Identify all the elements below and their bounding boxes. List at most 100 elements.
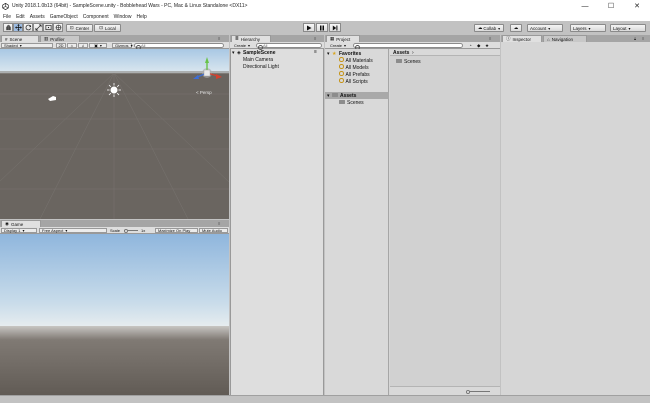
game-canvas xyxy=(0,234,229,395)
tab-scene[interactable]: # Scene xyxy=(1,35,39,42)
hand-icon xyxy=(5,24,11,31)
menu-bar: File Edit Assets GameObject Component Wi… xyxy=(0,12,650,21)
favorite-item[interactable]: All Prefabs xyxy=(325,71,389,78)
gizmos-dropdown[interactable]: Gizmos xyxy=(112,43,132,48)
mute-audio-toggle[interactable]: Mute Audio xyxy=(199,228,228,233)
scene-panel-menu-icon[interactable]: ≡ xyxy=(218,36,220,41)
effects-dropdown[interactable]: ▣ xyxy=(89,43,107,48)
tab-inspector[interactable]: ⓘ Inspector xyxy=(502,35,542,42)
menu-edit[interactable]: Edit xyxy=(16,14,25,20)
game-viewport[interactable] xyxy=(0,234,229,395)
favorites-expand-icon[interactable]: ▾ xyxy=(327,51,330,57)
menu-file[interactable]: File xyxy=(3,14,11,20)
folder-icon xyxy=(339,99,345,104)
window-title: Unity 2018.1.0b13 (64bit) - SampleScene.… xyxy=(12,3,248,9)
menu-assets[interactable]: Assets xyxy=(30,14,45,20)
inspector-panel-menu-icon[interactable]: ≡ xyxy=(642,36,644,41)
move-icon xyxy=(14,24,22,31)
breadcrumb-assets[interactable]: Assets xyxy=(393,50,409,56)
tab-hierarchy[interactable]: ≣ Hierarchy xyxy=(231,35,271,42)
close-button[interactable]: ✕ xyxy=(626,0,648,12)
shading-mode-dropdown[interactable]: Shaded xyxy=(1,43,53,48)
2d-toggle[interactable]: 2D xyxy=(56,43,66,48)
tab-profiler[interactable]: ▥ Profiler xyxy=(40,35,80,42)
scene-tab-icon: # xyxy=(5,36,8,42)
main-toolbar: ⊡Center ⊡Local ☁Collab ☁ Account Layers … xyxy=(0,21,650,34)
cloud-services-button[interactable]: ☁ xyxy=(510,24,522,32)
search-favorite-icon xyxy=(339,78,344,83)
icon-size-slider-thumb[interactable] xyxy=(466,389,470,394)
favorites-row[interactable]: ▾ ★ Favorites xyxy=(325,50,389,57)
assets-tree-row[interactable]: ▾ Assets xyxy=(325,92,389,99)
scene-search-input[interactable]: All xyxy=(134,43,224,50)
title-bar: Unity 2018.1.0b13 (64bit) - SampleScene.… xyxy=(0,0,650,12)
pause-button[interactable] xyxy=(316,23,328,32)
menu-gameobject[interactable]: GameObject xyxy=(50,14,78,20)
audio-toggle[interactable]: ♫ xyxy=(78,43,88,48)
pivot-local-toggle[interactable]: ⊡ Local xyxy=(94,24,121,32)
search-by-label-icon[interactable]: ◆ xyxy=(477,43,480,49)
pivot-center-toggle[interactable]: ⊡ Center xyxy=(66,24,93,32)
project-create-dropdown[interactable]: Create xyxy=(328,43,351,48)
icon-size-slider[interactable] xyxy=(468,391,490,392)
search-favorite-icon xyxy=(339,57,344,62)
tree-folder-item[interactable]: Scenes xyxy=(325,99,389,106)
scale-label: Scale xyxy=(110,227,121,233)
project-panel-menu-icon[interactable]: ≡ xyxy=(489,36,491,41)
account-dropdown[interactable]: Account xyxy=(527,24,563,32)
project-search-input[interactable] xyxy=(353,43,463,50)
inspector-lock-icon[interactable]: 🔒︎ xyxy=(634,36,636,41)
rotate-icon xyxy=(25,24,31,31)
menu-window[interactable]: Window xyxy=(114,14,132,20)
center-icon: ⊡ xyxy=(69,25,74,30)
rect-tool[interactable] xyxy=(43,23,53,32)
menu-component[interactable]: Component xyxy=(83,14,109,20)
favorite-item[interactable]: All Scripts xyxy=(325,78,389,85)
breadcrumb-chevron-icon: › xyxy=(412,49,414,56)
search-by-type-icon[interactable]: ◔ xyxy=(469,43,472,48)
assets-expand-icon[interactable]: ▾ xyxy=(327,93,330,99)
tab-game[interactable]: ◉ Game xyxy=(1,220,41,227)
hierarchy-search-input[interactable]: All xyxy=(256,43,322,50)
hierarchy-item[interactable]: Main Camera xyxy=(230,56,324,63)
effects-icon: ▣ xyxy=(94,43,98,48)
hand-tool[interactable] xyxy=(3,23,13,32)
pause-icon xyxy=(320,25,324,30)
persp-label[interactable]: < Persp xyxy=(196,90,212,95)
tab-project[interactable]: ▦ Project xyxy=(326,35,360,42)
favorite-search-icon[interactable]: ★ xyxy=(485,43,489,49)
play-button[interactable] xyxy=(303,23,315,32)
aspect-dropdown[interactable]: Free Aspect xyxy=(39,228,107,233)
inspector-panel xyxy=(501,35,650,395)
search-favorite-icon xyxy=(339,71,344,76)
step-button[interactable] xyxy=(329,23,341,32)
scale-tool[interactable] xyxy=(33,23,43,32)
project-file-item[interactable]: Scenes xyxy=(396,58,456,65)
maximize-on-play-toggle[interactable]: Maximize On Play xyxy=(155,228,198,233)
status-bar xyxy=(0,395,650,403)
hierarchy-toolbar: Create All xyxy=(230,42,324,50)
hierarchy-item[interactable]: Directional Light xyxy=(230,63,324,70)
hierarchy-panel-menu-icon[interactable]: ≡ xyxy=(314,36,316,41)
folder-icon xyxy=(332,92,338,97)
maximize-button[interactable]: ☐ xyxy=(600,0,622,12)
game-panel-menu-icon[interactable]: ≡ xyxy=(218,221,220,226)
scale-slider-thumb[interactable] xyxy=(124,228,128,233)
minimize-button[interactable]: — xyxy=(574,0,596,12)
audio-icon: ♫ xyxy=(81,43,85,48)
layers-dropdown[interactable]: Layers xyxy=(570,24,606,32)
collab-dropdown[interactable]: ☁ Collab xyxy=(474,24,504,32)
layout-dropdown[interactable]: Layout xyxy=(610,24,646,32)
favorite-item[interactable]: All Materials xyxy=(325,57,389,64)
transform-tool[interactable] xyxy=(53,23,63,32)
scene-options-icon[interactable]: ≡ xyxy=(314,49,317,55)
display-dropdown[interactable]: Display 1 xyxy=(1,228,37,233)
rotate-tool[interactable] xyxy=(23,23,33,32)
move-tool[interactable] xyxy=(13,23,23,32)
hierarchy-create-dropdown[interactable]: Create xyxy=(232,43,255,48)
favorite-item[interactable]: All Models xyxy=(325,64,389,71)
menu-help[interactable]: Help xyxy=(136,14,146,20)
scene-viewport[interactable]: < Persp xyxy=(0,49,229,219)
tab-navigation[interactable]: ⌂ Navigation xyxy=(543,35,587,42)
lighting-toggle[interactable]: ☼ xyxy=(67,43,77,48)
